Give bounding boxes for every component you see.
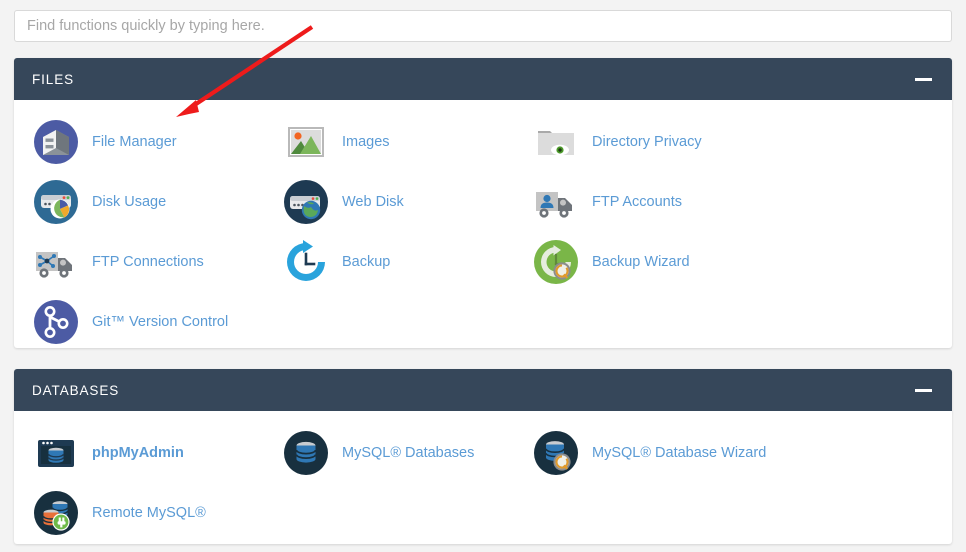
- item-label: FTP Connections: [92, 254, 204, 270]
- mysql-wizard-icon: [530, 427, 582, 479]
- item-label: MySQL® Databases: [342, 445, 475, 461]
- item-label: Web Disk: [342, 194, 404, 210]
- item-label: Remote MySQL®: [92, 505, 206, 521]
- minus-icon[interactable]: [915, 77, 932, 81]
- item-label: Images: [342, 134, 390, 150]
- backup-wizard-icon: [530, 236, 582, 288]
- item-mysql-databases[interactable]: MySQL® Databases: [264, 423, 514, 483]
- web-disk-icon: [280, 176, 332, 228]
- panel-files-header: FILES: [14, 58, 952, 100]
- item-row: Remote MySQL®: [14, 483, 952, 543]
- phpmyadmin-icon: [30, 427, 82, 479]
- panel-files-body: File Manager Images Directory Privacy Di…: [14, 100, 952, 362]
- item-label: Backup: [342, 254, 391, 270]
- panel-files-title: FILES: [32, 71, 75, 87]
- ftp-connections-icon: [30, 236, 82, 288]
- item-row: phpMyAdmin MySQL® Databases MySQL® Datab…: [14, 423, 952, 483]
- panel-files: FILES File Manager Images Directory Priv…: [14, 58, 952, 348]
- item-git-version-control[interactable]: Git™ Version Control: [14, 292, 264, 352]
- item-backup-wizard[interactable]: Backup Wizard: [514, 232, 764, 292]
- panel-databases-title: DATABASES: [32, 382, 120, 398]
- panel-databases-header: DATABASES: [14, 369, 952, 411]
- item-mysql-database-wizard[interactable]: MySQL® Database Wizard: [514, 423, 767, 483]
- cpanel-page: FILES File Manager: [0, 0, 966, 552]
- item-row: Git™ Version Control: [14, 292, 952, 352]
- item-phpmyadmin[interactable]: phpMyAdmin: [14, 423, 264, 483]
- item-remote-mysql[interactable]: Remote MySQL®: [14, 483, 264, 543]
- item-row: Disk Usage Web Disk FTP Accounts: [14, 172, 952, 232]
- item-ftp-connections[interactable]: FTP Connections: [14, 232, 264, 292]
- mysql-databases-icon: [280, 427, 332, 479]
- item-label: MySQL® Database Wizard: [592, 445, 767, 461]
- item-ftp-accounts[interactable]: FTP Accounts: [514, 172, 764, 232]
- item-label: Git™ Version Control: [92, 314, 229, 330]
- item-file-manager[interactable]: File Manager: [14, 112, 264, 172]
- item-disk-usage[interactable]: Disk Usage: [14, 172, 264, 232]
- ftp-accounts-icon: [530, 176, 582, 228]
- remote-mysql-icon: [30, 487, 82, 539]
- search-input[interactable]: [14, 10, 952, 42]
- search-bar: [14, 10, 952, 42]
- item-row: FTP Connections Backup Backup Wizard: [14, 232, 952, 292]
- git-icon: [30, 296, 82, 348]
- file-manager-icon: [30, 116, 82, 168]
- item-label: Directory Privacy: [592, 134, 702, 150]
- item-directory-privacy[interactable]: Directory Privacy: [514, 112, 764, 172]
- item-label: FTP Accounts: [592, 194, 682, 210]
- images-icon: [280, 116, 332, 168]
- item-label: Backup Wizard: [592, 254, 690, 270]
- item-label: Disk Usage: [92, 194, 167, 210]
- item-backup[interactable]: Backup: [264, 232, 514, 292]
- panel-databases: DATABASES phpMyAdmin MySQL® Databases My…: [14, 369, 952, 544]
- backup-icon: [280, 236, 332, 288]
- disk-usage-icon: [30, 176, 82, 228]
- item-images[interactable]: Images: [264, 112, 514, 172]
- panel-databases-body: phpMyAdmin MySQL® Databases MySQL® Datab…: [14, 411, 952, 552]
- item-row: File Manager Images Directory Privacy: [14, 112, 952, 172]
- item-label: File Manager: [92, 134, 177, 150]
- item-label: phpMyAdmin: [92, 445, 184, 461]
- minus-icon[interactable]: [915, 388, 932, 392]
- item-web-disk[interactable]: Web Disk: [264, 172, 514, 232]
- directory-privacy-icon: [530, 116, 582, 168]
